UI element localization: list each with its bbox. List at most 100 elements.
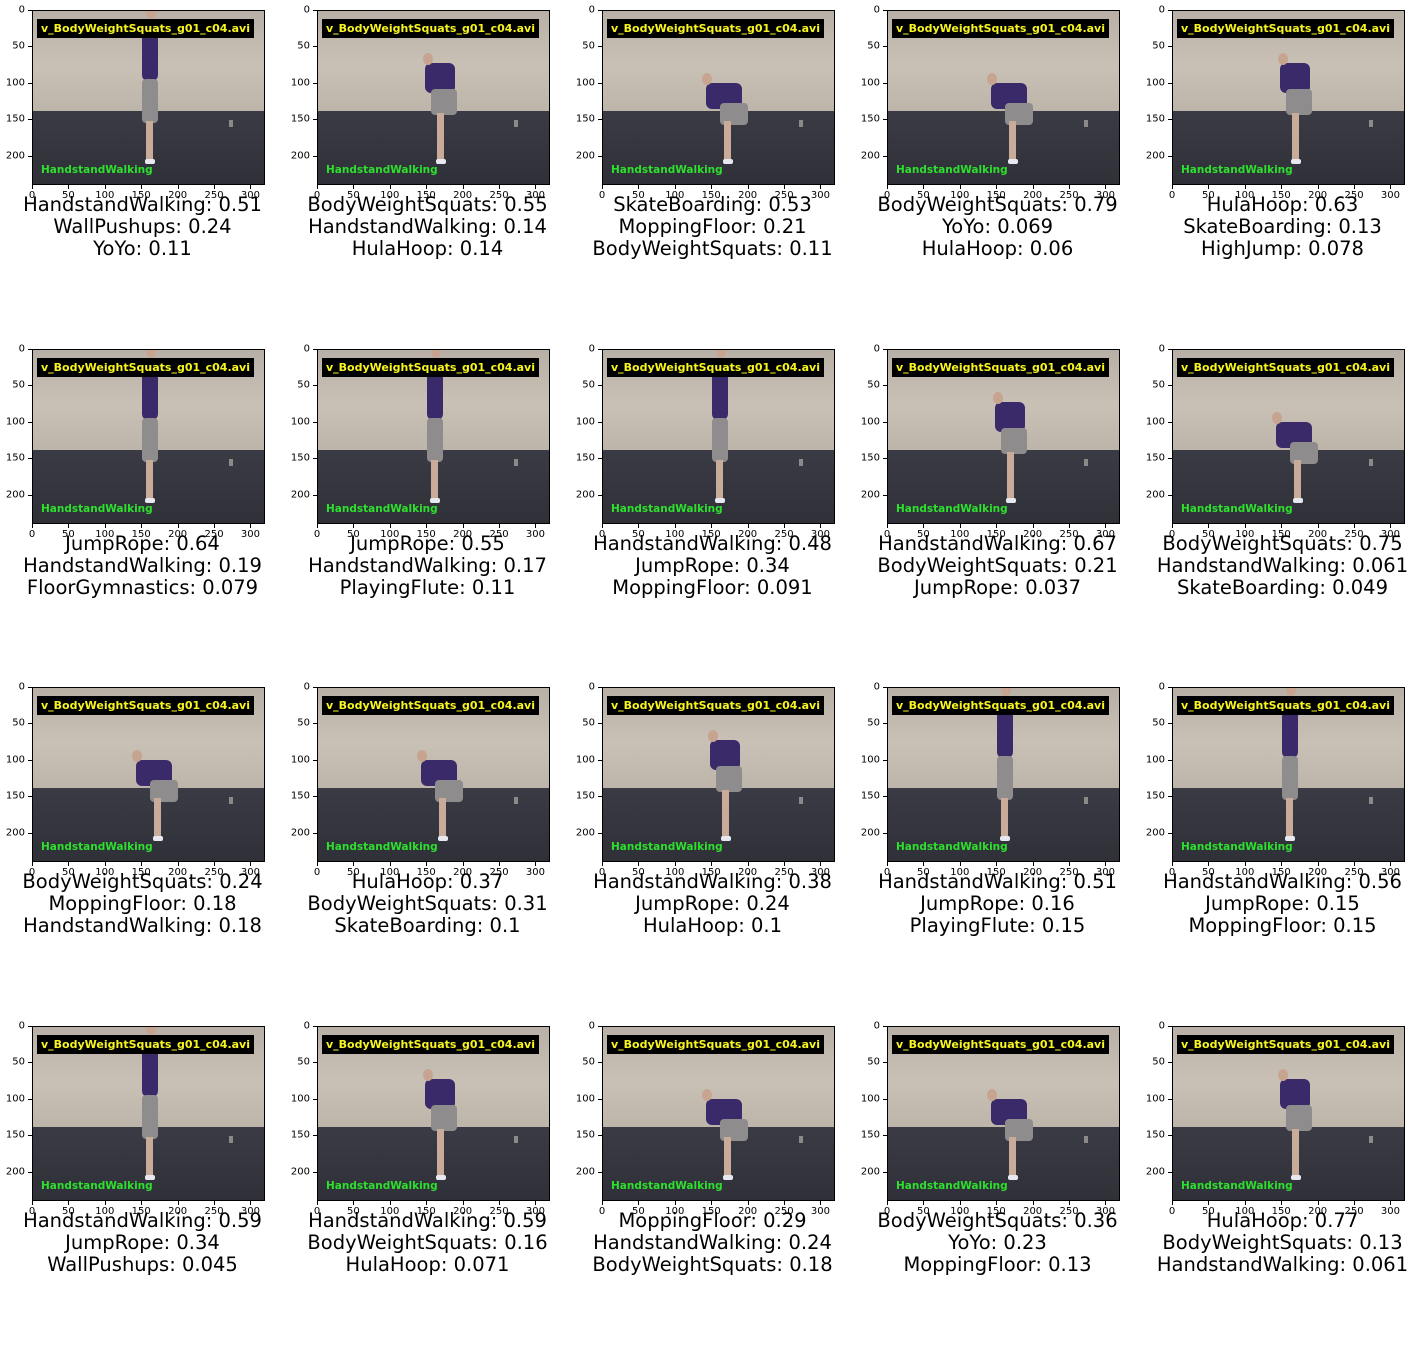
y-tick-mark — [598, 1135, 602, 1137]
x-tick-mark — [820, 185, 822, 189]
y-tick-label: 0 — [588, 343, 595, 355]
x-tick-mark — [1390, 185, 1392, 189]
video-filename-caption: v_BodyWeightSquats_g01_c04.avi — [607, 1035, 824, 1054]
wall-outlet — [1084, 119, 1089, 127]
x-tick-mark — [638, 185, 640, 189]
y-tick-label: 150 — [1145, 452, 1165, 464]
athlete-shoe — [723, 1175, 733, 1180]
athlete-shoe — [153, 836, 163, 841]
x-tick-mark — [747, 1201, 749, 1205]
prediction-score-line: BodyWeightSquats: 0.31 — [307, 892, 548, 915]
video-frame-image: v_BodyWeightSquats_g01_c04.avi HandstandW… — [317, 1026, 550, 1201]
y-tick-mark — [598, 349, 602, 350]
prediction-score-line: HandstandWalking: 0.24 — [593, 1231, 832, 1254]
x-tick-mark — [499, 185, 501, 189]
frame-panel: v_BodyWeightSquats_g01_c04.avi HandstandW… — [0, 339, 285, 677]
athlete-shoe — [1293, 498, 1303, 503]
y-tick-label: 0 — [1158, 1020, 1165, 1032]
x-tick-mark — [462, 524, 464, 528]
y-tick-label: 0 — [303, 343, 310, 355]
y-tick-label: 50 — [12, 40, 25, 52]
y-tick-mark — [883, 349, 887, 350]
x-tick-mark — [177, 524, 179, 528]
prediction-score-line: MoppingFloor: 0.21 — [618, 215, 807, 238]
x-tick-mark — [141, 185, 143, 189]
y-tick-label: 0 — [1158, 4, 1165, 16]
x-tick-mark — [923, 1201, 925, 1205]
wall-outlet — [1084, 1135, 1089, 1143]
athlete-head — [993, 392, 1003, 404]
y-tick-mark — [598, 10, 602, 11]
x-tick-mark — [996, 524, 998, 528]
y-tick-label: 200 — [5, 150, 25, 162]
athlete-head — [423, 53, 433, 65]
athlete-shorts — [1286, 89, 1312, 115]
athlete-shorts — [716, 766, 742, 792]
y-tick-mark — [28, 46, 32, 48]
frame-panel: v_BodyWeightSquats_g01_c04.avi HandstandW… — [1140, 0, 1424, 338]
prediction-score-line: BodyWeightSquats: 0.11 — [592, 237, 833, 260]
y-tick-label: 0 — [873, 4, 880, 16]
y-tick-label: 150 — [860, 452, 880, 464]
overlay-prediction-label: HandstandWalking — [1181, 164, 1293, 176]
y-tick-label: 150 — [1145, 113, 1165, 125]
video-filename-caption: v_BodyWeightSquats_g01_c04.avi — [322, 1035, 539, 1054]
x-tick-mark — [711, 1201, 713, 1205]
y-tick-mark — [1168, 1098, 1172, 1100]
x-tick-mark — [1069, 524, 1071, 528]
athlete-shorts — [1286, 1105, 1312, 1131]
athlete-shoe — [723, 159, 733, 164]
x-tick-mark — [1317, 185, 1319, 189]
x-tick-mark — [141, 524, 143, 528]
y-tick-label: 150 — [860, 790, 880, 802]
y-tick-label: 100 — [575, 77, 595, 89]
prediction-score-line: JumpRope: 0.34 — [65, 1231, 220, 1254]
athlete-head — [987, 1089, 997, 1101]
y-tick-label: 0 — [303, 1020, 310, 1032]
y-tick-label: 0 — [873, 343, 880, 355]
top3-predictions: JumpRope: 0.64 HandstandWalking: 0.19 Floo… — [0, 533, 295, 599]
prediction-score-line: MoppingFloor: 0.13 — [903, 1253, 1092, 1276]
x-tick-mark — [959, 862, 961, 866]
prediction-score-line: HulaHoop: 0.77 — [1206, 1209, 1359, 1232]
x-tick-mark — [1390, 1201, 1392, 1205]
x-tick-mark — [1281, 1201, 1283, 1205]
y-tick-label: 200 — [860, 1166, 880, 1178]
athlete-leg — [1007, 452, 1014, 498]
x-tick-mark — [784, 185, 786, 189]
athlete-leg — [437, 1129, 444, 1175]
x-tick-mark — [426, 185, 428, 189]
athlete-shorts — [712, 418, 728, 462]
overlay-prediction-label: HandstandWalking — [896, 841, 1008, 853]
y-tick-mark — [883, 723, 887, 725]
video-frame-image: v_BodyWeightSquats_g01_c04.avi HandstandW… — [1172, 349, 1405, 524]
prediction-score-line: HighJump: 0.078 — [1201, 237, 1364, 260]
video-filename-caption: v_BodyWeightSquats_g01_c04.avi — [1177, 696, 1394, 715]
y-tick-label: 150 — [1145, 790, 1165, 802]
x-tick-mark — [638, 524, 640, 528]
x-tick-mark — [1069, 862, 1071, 866]
y-tick-label: 0 — [873, 681, 880, 693]
y-tick-label: 50 — [1152, 717, 1165, 729]
y-tick-mark — [28, 1026, 32, 1027]
x-tick-mark — [1172, 1201, 1173, 1205]
x-tick-mark — [317, 185, 318, 189]
x-tick-mark — [1208, 524, 1210, 528]
wall-outlet — [229, 1135, 234, 1143]
y-tick-label: 150 — [575, 452, 595, 464]
prediction-score-line: BodyWeightSquats: 0.16 — [307, 1231, 548, 1254]
y-tick-mark — [883, 687, 887, 688]
athlete-head — [1272, 412, 1282, 424]
top3-predictions: HandstandWalking: 0.38 JumpRope: 0.24 Hula… — [560, 871, 865, 937]
y-tick-label: 200 — [860, 827, 880, 839]
x-tick-mark — [177, 862, 179, 866]
y-tick-mark — [1168, 759, 1172, 761]
y-tick-mark — [28, 1171, 32, 1173]
y-tick-label: 200 — [5, 1166, 25, 1178]
x-tick-mark — [1105, 185, 1107, 189]
y-tick-mark — [28, 458, 32, 460]
athlete-head — [716, 350, 726, 358]
x-tick-mark — [353, 524, 355, 528]
wall-outlet — [1369, 119, 1374, 127]
y-tick-mark — [598, 759, 602, 761]
